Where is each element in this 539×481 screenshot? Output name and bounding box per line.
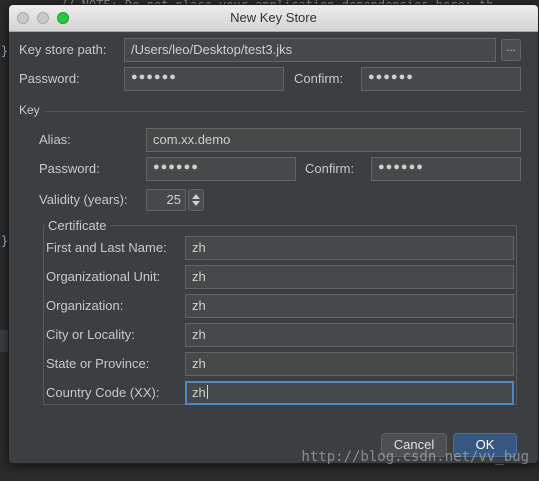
chevron-up-icon[interactable] — [192, 194, 200, 199]
chevron-down-icon[interactable] — [192, 201, 200, 206]
key-section-title: Key — [19, 103, 40, 117]
key-confirm-label: Confirm: — [305, 161, 355, 176]
validity-stepper[interactable] — [188, 189, 204, 211]
first-last-name-field[interactable]: zh — [185, 236, 514, 260]
organization-field[interactable]: zh — [185, 294, 514, 318]
key-password-label: Password: — [39, 161, 100, 176]
key-store-path-field[interactable]: /Users/leo/Desktop/test3.jks — [124, 38, 496, 62]
country-code-value: zh — [192, 385, 206, 400]
window-title: New Key Store — [230, 10, 317, 25]
state-province-field[interactable]: zh — [185, 352, 514, 376]
city-locality-field[interactable]: zh — [185, 323, 514, 347]
alias-label: Alias: — [39, 132, 71, 147]
background-panel-strip — [0, 330, 8, 352]
organizational-unit-label: Organizational Unit: — [46, 269, 161, 284]
keystore-confirm-label: Confirm: — [294, 71, 344, 86]
state-province-label: State or Province: — [46, 356, 150, 371]
title-bar: New Key Store — [9, 5, 538, 32]
watermark: http://blog.csdn.net/vv_bug — [301, 449, 529, 465]
validity-field[interactable]: 25 — [146, 189, 186, 211]
keystore-password-field[interactable]: ●●●●●● — [124, 67, 284, 91]
country-code-field[interactable]: zh — [185, 381, 514, 405]
organization-label: Organization: — [46, 298, 124, 313]
first-last-name-label: First and Last Name: — [46, 240, 167, 255]
browse-button[interactable]: ... — [501, 39, 521, 61]
organizational-unit-field[interactable]: zh — [185, 265, 514, 289]
key-confirm-field[interactable]: ●●●●●● — [371, 157, 521, 181]
screen: // NOTE: Do not place your application d… — [0, 0, 539, 481]
key-password-field[interactable]: ●●●●●● — [146, 157, 296, 181]
validity-label: Validity (years): — [39, 192, 128, 207]
text-caret — [206, 385, 208, 399]
new-key-store-dialog: New Key Store Key store path: /Users/leo… — [8, 4, 539, 464]
country-code-label: Country Code (XX): — [46, 385, 160, 400]
alias-field[interactable]: com.xx.demo — [146, 128, 521, 152]
keystore-confirm-field[interactable]: ●●●●●● — [361, 67, 521, 91]
certificate-legend: Certificate — [45, 218, 110, 233]
city-locality-label: City or Locality: — [46, 327, 135, 342]
keystore-password-label: Password: — [19, 71, 80, 86]
key-section-separator — [45, 111, 525, 112]
key-store-path-label: Key store path: — [19, 42, 107, 57]
